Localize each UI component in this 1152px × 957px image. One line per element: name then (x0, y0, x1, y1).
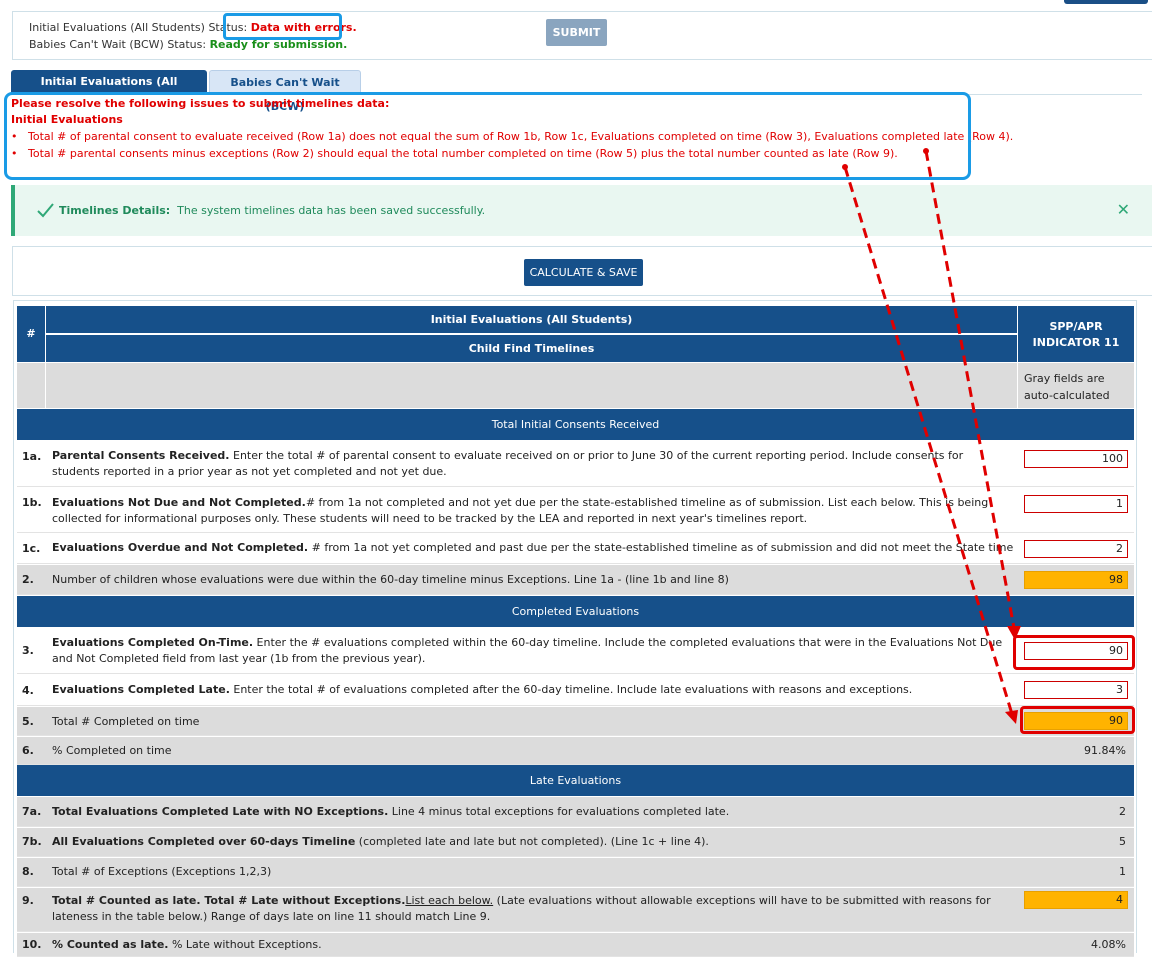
alert-message: The system timelines data has been saved… (177, 204, 486, 217)
gray-fields-note: Gray fields are auto-calculated (1018, 363, 1134, 408)
late-no-exceptions-value: 2 (1119, 805, 1126, 818)
not-due-input[interactable]: 1 (1024, 495, 1128, 513)
consents-received-input[interactable]: 100 (1024, 450, 1128, 468)
tab-babies-cant-wait[interactable]: Babies Can't Wait (BCW) (209, 70, 361, 113)
submit-button[interactable]: SUBMIT (546, 19, 607, 46)
percent-late-value: 4.08% (1091, 938, 1126, 951)
list-each-below-link[interactable]: List each below. (405, 894, 493, 907)
indicator-header: SPP/APR INDICATOR 11 (1018, 306, 1134, 362)
row3-highlight-box (1013, 635, 1135, 670)
gray-cell (17, 363, 45, 408)
table-row: 1b. Evaluations Not Due and Not Complete… (17, 488, 1134, 533)
table-title: Initial Evaluations (All Students) (46, 306, 1017, 334)
hash-header: # (17, 306, 45, 362)
calculate-save-button[interactable]: CALCULATE & SAVE (524, 259, 643, 286)
alert-title: Timelines Details: (59, 204, 171, 217)
close-icon[interactable]: ✕ (1117, 200, 1130, 220)
counted-late-value: 4 (1024, 891, 1128, 909)
overdue-input[interactable]: 2 (1024, 540, 1128, 558)
top-button-edge[interactable] (1064, 0, 1148, 4)
table-row: 2. Number of children whose evaluations … (17, 565, 1134, 595)
table-row: 6. % Completed on time 91.84% (17, 737, 1134, 765)
alert-text: Timelines Details: The system timelines … (59, 204, 485, 217)
table-row: 9. Total # Counted as late. Total # Late… (17, 888, 1134, 932)
section-consents: Total Initial Consents Received (17, 409, 1134, 440)
table-subtitle: Child Find Timelines (46, 335, 1017, 362)
table-row: 5. Total # Completed on time 90 (17, 707, 1134, 736)
initial-status-label: Initial Evaluations (All Students) Statu… (29, 21, 248, 34)
percent-on-time-value: 91.84% (1084, 744, 1126, 757)
gray-cell (46, 363, 1017, 408)
section-completed: Completed Evaluations (17, 596, 1134, 627)
table-row: 7a. Total Evaluations Completed Late wit… (17, 797, 1134, 827)
exceptions-value: 1 (1119, 865, 1126, 878)
bcw-status-label: Babies Can't Wait (BCW) Status: (29, 38, 207, 51)
tab-initial-evaluations[interactable]: Initial Evaluations (All Students) (11, 70, 207, 112)
table-row: 4. Evaluations Completed Late. Enter the… (17, 675, 1134, 706)
table-row: 8. Total # of Exceptions (Exceptions 1,2… (17, 858, 1134, 887)
table-row: 7b. All Evaluations Completed over 60-da… (17, 828, 1134, 857)
completed-late-input[interactable]: 3 (1024, 681, 1128, 699)
row5-highlight-box (1020, 706, 1135, 734)
status-highlight-box (223, 13, 342, 40)
table-row: 3. Evaluations Completed On-Time. Enter … (17, 628, 1134, 674)
timelines-table: # Initial Evaluations (All Students) Chi… (13, 300, 1137, 957)
section-late: Late Evaluations (17, 765, 1134, 796)
table-row: 10. % Counted as late. % Late without Ex… (17, 933, 1134, 957)
over-60-days-value: 5 (1119, 835, 1126, 848)
success-alert: Timelines Details: The system timelines … (11, 185, 1152, 236)
issues-highlight-box (4, 92, 971, 180)
check-icon (37, 203, 54, 218)
due-within-timeline-value: 98 (1024, 571, 1128, 589)
table-row: 1a. Parental Consents Received. Enter th… (17, 441, 1134, 487)
table-row: 1c. Evaluations Overdue and Not Complete… (17, 534, 1134, 564)
